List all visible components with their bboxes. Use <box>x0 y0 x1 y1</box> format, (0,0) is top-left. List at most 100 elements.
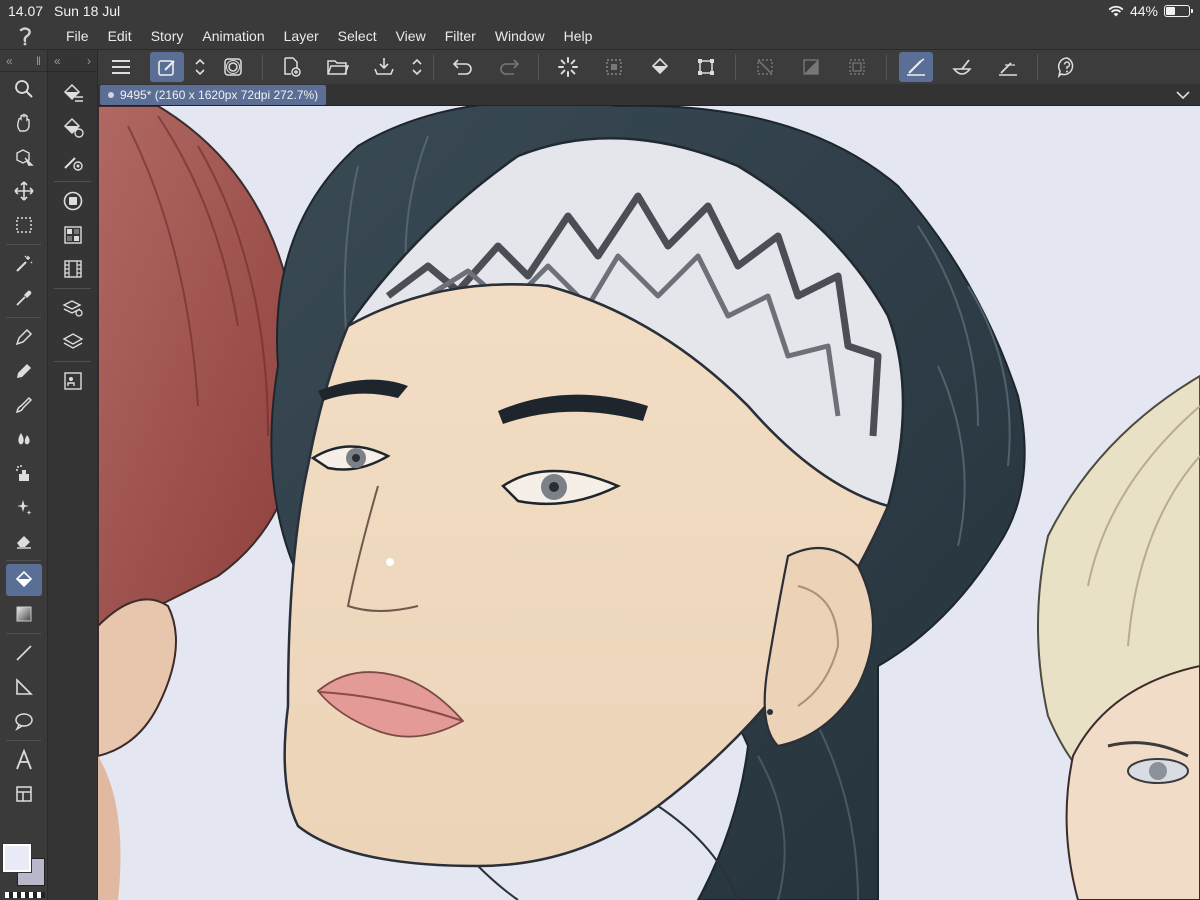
toolbar-divider <box>262 54 263 80</box>
command-palette-header: « › <box>48 50 97 72</box>
layer-property-icon[interactable] <box>55 292 91 324</box>
blend-icon[interactable] <box>6 423 42 455</box>
save-icon[interactable] <box>367 52 401 82</box>
tool-palette: « ‖ <box>0 50 48 900</box>
lasso-icon[interactable] <box>216 52 250 82</box>
zoom-icon[interactable] <box>6 73 42 105</box>
menu-view[interactable]: View <box>386 22 435 50</box>
status-date: Sun 18 Jul <box>54 3 121 19</box>
new-canvas-icon[interactable] <box>275 52 309 82</box>
main-color-chip[interactable] <box>2 843 32 873</box>
color-set-icon[interactable] <box>55 219 91 251</box>
balloon-icon[interactable] <box>6 705 42 737</box>
status-bar: 14.07 Sun 18 Jul 44% <box>0 0 1200 22</box>
perspective-snap-icon[interactable] <box>991 52 1025 82</box>
artwork-illustration <box>98 106 1200 900</box>
undo-icon[interactable] <box>446 52 480 82</box>
frame-icon[interactable] <box>6 671 42 703</box>
menu-window[interactable]: Window <box>485 22 554 50</box>
object-icon[interactable] <box>6 141 42 173</box>
menu-file[interactable]: File <box>56 22 98 50</box>
brush-size-icon[interactable] <box>55 146 91 178</box>
tool-divider <box>54 288 91 289</box>
fill-icon[interactable] <box>643 52 677 82</box>
sub-tool-icon[interactable] <box>55 78 91 110</box>
ruler-snap-icon[interactable] <box>899 52 933 82</box>
decoration-icon[interactable] <box>6 491 42 523</box>
tool-palette-header: « ‖ <box>0 50 47 72</box>
timeline-icon[interactable] <box>55 253 91 285</box>
move-icon[interactable] <box>6 175 42 207</box>
correct-line-icon[interactable] <box>6 778 42 810</box>
pen-icon[interactable] <box>6 321 42 353</box>
canvas-tab[interactable]: 9495* (2160 x 1620px 72dpi 272.7%) <box>100 84 327 105</box>
pen-settings-icon[interactable] <box>150 52 184 82</box>
command-bar <box>98 50 1200 84</box>
magic-wand-icon[interactable] <box>6 248 42 280</box>
chevron-down-icon[interactable] <box>1176 90 1190 100</box>
hand-icon[interactable] <box>6 107 42 139</box>
deselect-icon[interactable] <box>597 52 631 82</box>
collapse-right-icon[interactable]: › <box>87 54 91 68</box>
help-icon[interactable] <box>1050 52 1084 82</box>
menu-edit[interactable]: Edit <box>98 22 141 50</box>
collapse-left-icon[interactable]: « <box>54 54 61 68</box>
tool-divider <box>6 740 41 741</box>
airbrush-icon[interactable] <box>6 457 42 489</box>
toolbar-divider <box>735 54 736 80</box>
eyedropper-icon[interactable] <box>6 282 42 314</box>
menu-bar: File Edit Story Animation Layer Select V… <box>0 22 1200 50</box>
battery-icon <box>1164 5 1193 17</box>
color-wheel-icon[interactable] <box>55 185 91 217</box>
status-time: 14.07 <box>8 3 44 19</box>
menu-layer[interactable]: Layer <box>274 22 328 50</box>
selection-icon[interactable] <box>6 209 42 241</box>
menu-story[interactable]: Story <box>141 22 193 50</box>
brush-icon[interactable] <box>6 389 42 421</box>
loading-icon[interactable] <box>551 52 585 82</box>
canvas-tab-bar: 9495* (2160 x 1620px 72dpi 272.7%) <box>98 84 1200 106</box>
clear-icon[interactable] <box>794 52 828 82</box>
color-indicator[interactable] <box>2 843 47 898</box>
battery-percent: 44% <box>1129 3 1158 19</box>
menu-select[interactable]: Select <box>328 22 386 50</box>
text-icon[interactable] <box>6 744 42 776</box>
layers-icon[interactable] <box>55 326 91 358</box>
command-palette: « › <box>48 50 98 900</box>
tool-divider <box>54 361 91 362</box>
brush-icon[interactable] <box>945 52 979 82</box>
collapse-left-icon[interactable]: « <box>6 54 13 68</box>
app-logo-icon[interactable] <box>0 22 50 50</box>
pencil-icon[interactable] <box>6 355 42 387</box>
tab-dot-icon <box>108 91 114 98</box>
transparent-color-chip[interactable] <box>5 892 45 898</box>
open-folder-icon[interactable] <box>321 52 355 82</box>
menu-help[interactable]: Help <box>554 22 602 50</box>
fill-icon[interactable] <box>5 564 42 596</box>
material-icon[interactable] <box>55 365 91 397</box>
eraser-icon[interactable] <box>6 525 42 557</box>
menu-animation[interactable]: Animation <box>192 22 273 50</box>
tool-divider <box>6 244 41 245</box>
wifi-icon <box>1108 5 1124 17</box>
drawing-canvas[interactable] <box>98 106 1200 900</box>
select-frame-icon[interactable] <box>840 52 874 82</box>
toolbar-divider <box>538 54 539 80</box>
battery-fill <box>1166 7 1175 15</box>
tool-divider <box>6 317 41 318</box>
tool-divider <box>6 633 41 634</box>
palette-grip-icon[interactable]: ‖ <box>36 54 41 68</box>
tool-property-icon[interactable] <box>55 112 91 144</box>
save-options-icon[interactable] <box>409 52 425 82</box>
redo-icon[interactable] <box>492 52 526 82</box>
toolbar-divider <box>1037 54 1038 80</box>
line-icon[interactable] <box>6 637 42 669</box>
menu-filter[interactable]: Filter <box>435 22 485 50</box>
transform-icon[interactable] <box>689 52 723 82</box>
tool-divider <box>54 181 91 182</box>
hide-selection-icon[interactable] <box>748 52 782 82</box>
menu-icon[interactable] <box>104 52 138 82</box>
spinner-icon[interactable] <box>192 52 208 82</box>
tool-divider <box>6 560 41 561</box>
gradient-icon[interactable] <box>6 598 42 630</box>
